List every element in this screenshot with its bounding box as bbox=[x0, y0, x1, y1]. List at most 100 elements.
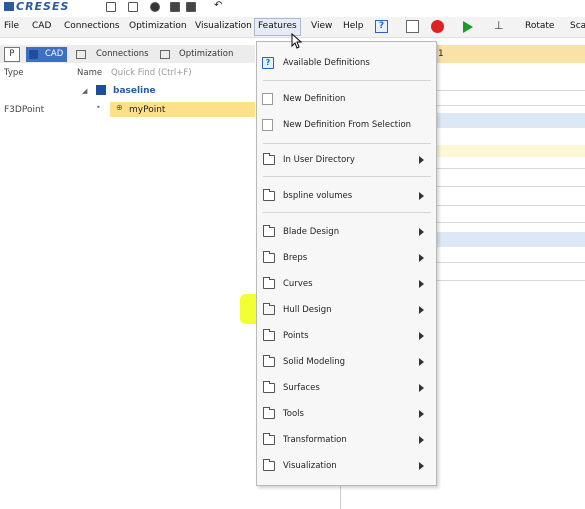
tab-connections-label: Connections bbox=[96, 49, 149, 59]
help-icon[interactable]: ? bbox=[375, 20, 388, 33]
cad-icon bbox=[29, 50, 38, 59]
help-icon: ? bbox=[262, 57, 274, 69]
folder-icon bbox=[263, 407, 275, 419]
pin-button[interactable]: P bbox=[4, 47, 20, 62]
document-icon[interactable] bbox=[106, 2, 116, 12]
menu-visualization[interactable]: Visualization bbox=[195, 21, 252, 31]
quick-find-input[interactable]: Quick Find (Ctrl+F) bbox=[111, 68, 192, 78]
menu-item-transformation[interactable]: Transformation bbox=[257, 432, 436, 450]
stop-icon[interactable] bbox=[431, 20, 444, 33]
menu-separator bbox=[263, 80, 431, 81]
menu-item-label: In User Directory bbox=[283, 155, 355, 165]
tree-row-selected[interactable]: ⊕ myPoint bbox=[110, 102, 255, 117]
column-name: Name bbox=[77, 68, 103, 78]
menu-features[interactable]: Features bbox=[258, 21, 297, 31]
close-icon[interactable] bbox=[150, 2, 160, 12]
menu-item-label: Visualization bbox=[283, 461, 337, 471]
menu-item-in-user-directory[interactable]: In User Directory bbox=[257, 152, 436, 170]
menu-connections[interactable]: Connections bbox=[64, 21, 120, 31]
scale-button[interactable]: Sca bbox=[570, 21, 585, 31]
bullet-icon: • bbox=[96, 103, 101, 112]
menu-item-curves[interactable]: Curves bbox=[257, 276, 436, 294]
menu-cad[interactable]: CAD bbox=[32, 21, 51, 31]
submenu-arrow-icon bbox=[419, 228, 424, 236]
right-panel-line bbox=[437, 222, 585, 223]
tree-row-type: F3DPoint bbox=[4, 105, 45, 115]
folder-icon bbox=[263, 355, 275, 367]
run-icon[interactable] bbox=[463, 21, 473, 33]
submenu-arrow-icon bbox=[419, 410, 424, 418]
menu-item-label: Breps bbox=[283, 253, 308, 263]
folder-icon bbox=[263, 329, 275, 341]
menu-item-solid-modeling[interactable]: Solid Modeling bbox=[257, 354, 436, 372]
right-panel-line bbox=[437, 90, 585, 91]
panel-divider bbox=[340, 486, 341, 509]
menu-item-bspline-volumes[interactable]: bspline volumes bbox=[257, 188, 436, 206]
folder-icon bbox=[263, 277, 275, 289]
monitor-icon bbox=[76, 50, 86, 59]
menu-item-breps[interactable]: Breps bbox=[257, 250, 436, 268]
menu-item-label: Curves bbox=[283, 279, 313, 289]
rotate-button[interactable]: Rotate bbox=[525, 21, 554, 31]
save-icon[interactable] bbox=[170, 2, 180, 12]
new-file-icon[interactable] bbox=[128, 2, 138, 12]
menu-item-label: New Definition From Selection bbox=[283, 120, 412, 130]
menu-separator bbox=[263, 176, 431, 177]
column-type: Type bbox=[4, 68, 24, 78]
menu-item-label: Solid Modeling bbox=[283, 357, 346, 367]
optimization-icon bbox=[160, 50, 170, 59]
right-panel-line bbox=[437, 186, 585, 187]
submenu-arrow-icon bbox=[419, 280, 424, 288]
menu-item-visualization[interactable]: Visualization bbox=[257, 458, 436, 476]
menu-optimization[interactable]: Optimization bbox=[129, 21, 187, 31]
folder-icon bbox=[263, 153, 275, 165]
undo-icon[interactable]: ↶ bbox=[214, 1, 224, 12]
right-panel-line bbox=[437, 105, 585, 106]
expand-arrow-icon[interactable]: ◢ bbox=[82, 87, 87, 95]
menu-item-tools[interactable]: Tools bbox=[257, 406, 436, 424]
menu-item-label: Surfaces bbox=[283, 383, 320, 393]
right-panel-band bbox=[437, 113, 585, 128]
submenu-arrow-icon bbox=[419, 332, 424, 340]
document-icon bbox=[262, 93, 273, 105]
right-panel-header-text: 1 bbox=[438, 49, 444, 59]
menu-item-label: Available Definitions bbox=[283, 58, 370, 68]
folder-icon bbox=[263, 459, 275, 471]
folder-icon bbox=[263, 433, 275, 445]
menu-item-surfaces[interactable]: Surfaces bbox=[257, 380, 436, 398]
copy-icon[interactable] bbox=[406, 20, 419, 33]
document-icon bbox=[262, 119, 273, 131]
menu-item-label: Tools bbox=[283, 409, 304, 419]
anchor-icon[interactable]: ⊥ bbox=[494, 20, 507, 33]
menu-view[interactable]: View bbox=[311, 21, 332, 31]
right-panel-band bbox=[437, 232, 585, 247]
menu-item-label: bspline volumes bbox=[283, 191, 353, 201]
menu-item-hull-design[interactable]: Hull Design bbox=[257, 302, 436, 320]
menu-file[interactable]: File bbox=[4, 21, 19, 31]
logo-mark-icon bbox=[4, 2, 14, 11]
menu-help[interactable]: Help bbox=[343, 21, 364, 31]
save-as-icon[interactable] bbox=[186, 2, 196, 12]
right-panel-band bbox=[437, 145, 585, 157]
tab-optimization[interactable]: Optimization bbox=[158, 47, 248, 62]
submenu-arrow-icon bbox=[419, 156, 424, 164]
tab-connections[interactable]: Connections bbox=[74, 47, 152, 62]
tree-group-baseline[interactable]: baseline bbox=[113, 86, 156, 96]
menu-item-points[interactable]: Points bbox=[257, 328, 436, 346]
logo-text: CRESES bbox=[16, 0, 70, 13]
right-panel-line bbox=[437, 168, 585, 169]
menu-item-new-definition-from-selection[interactable]: New Definition From Selection bbox=[257, 117, 436, 135]
menu-item-new-definition[interactable]: New Definition bbox=[257, 91, 436, 109]
group-icon bbox=[96, 85, 106, 95]
folder-icon bbox=[263, 303, 275, 315]
submenu-arrow-icon bbox=[419, 306, 424, 314]
menu-item-label: Transformation bbox=[283, 435, 347, 445]
submenu-arrow-icon bbox=[419, 436, 424, 444]
menu-item-available-definitions[interactable]: ? Available Definitions bbox=[257, 55, 436, 73]
menu-item-blade-design[interactable]: Blade Design bbox=[257, 224, 436, 242]
folder-icon bbox=[263, 251, 275, 263]
tab-cad[interactable]: CAD bbox=[26, 47, 67, 62]
right-panel-line bbox=[437, 262, 585, 263]
right-panel-header: 1 bbox=[437, 45, 585, 63]
menu-item-label: Hull Design bbox=[283, 305, 332, 315]
